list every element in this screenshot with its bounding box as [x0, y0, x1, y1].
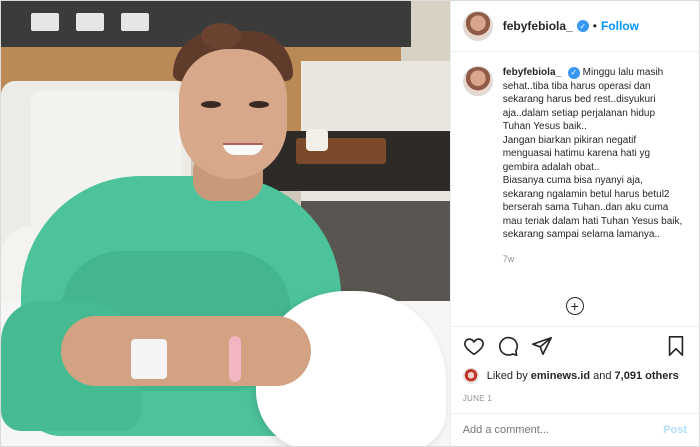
bookmark-icon[interactable] [665, 335, 687, 357]
post-photo[interactable] [1, 1, 450, 446]
photo-hospital-bracelet [229, 336, 241, 382]
caption-row: febyfebiola_ ✓ Minggu lalu masih sehat..… [462, 66, 687, 242]
photo-smile [223, 143, 263, 155]
caption-username[interactable]: febyfebiola_ [503, 67, 561, 78]
comment-input[interactable] [462, 424, 664, 436]
avatar[interactable] [462, 11, 493, 41]
photo-socket [121, 13, 149, 31]
comment-bar: Post [450, 413, 699, 446]
photo-face [179, 49, 287, 179]
heart-icon[interactable] [463, 335, 485, 357]
caption-text-block: febyfebiola_ ✓ Minggu lalu masih sehat..… [503, 66, 683, 242]
separator-dot: • [592, 19, 597, 33]
liker-username[interactable]: eminews.id [531, 370, 590, 382]
likes-prefix: Liked by [486, 370, 528, 382]
follow-button[interactable]: Follow [601, 19, 639, 33]
likes-others-link[interactable]: 7,091 others [615, 370, 679, 382]
share-icon[interactable] [531, 335, 553, 357]
verified-badge-icon: ✓ [576, 20, 589, 32]
post-date[interactable]: JUNE 1 [451, 388, 699, 413]
instagram-post: febyfebiola_ ✓ • Follow febyfebiola_ ✓ M… [0, 0, 700, 447]
comment-icon[interactable] [497, 335, 519, 357]
verified-badge-icon: ✓ [567, 66, 580, 79]
photo-cup [306, 129, 328, 151]
post-sidebar: febyfebiola_ ✓ • Follow febyfebiola_ ✓ M… [449, 1, 699, 446]
caption-timestamp[interactable]: 7w [503, 254, 687, 264]
header-username[interactable]: febyfebiola_ [503, 19, 573, 33]
liker-avatar[interactable] [462, 368, 479, 384]
photo-eye [249, 101, 269, 108]
action-bar [450, 326, 699, 364]
likes-connector: and [593, 370, 612, 382]
caption-text: Minggu lalu masih sehat..tiba tiba harus… [502, 67, 683, 240]
post-comment-button[interactable]: Post [663, 424, 687, 436]
post-header: febyfebiola_ ✓ • Follow [450, 1, 699, 52]
photo-socket [31, 13, 59, 31]
caption-avatar[interactable] [462, 66, 493, 96]
load-more-comments-icon[interactable]: + [565, 297, 584, 315]
photo-hair-bun [201, 23, 241, 49]
comments-area[interactable]: febyfebiola_ ✓ Minggu lalu masih sehat..… [451, 52, 699, 326]
photo-iv-bandage [131, 339, 167, 379]
likes-summary: Liked by eminews.id and 7,091 others [451, 364, 699, 388]
photo-eye [201, 101, 221, 108]
photo-arm [61, 316, 311, 386]
photo-socket [76, 13, 104, 31]
